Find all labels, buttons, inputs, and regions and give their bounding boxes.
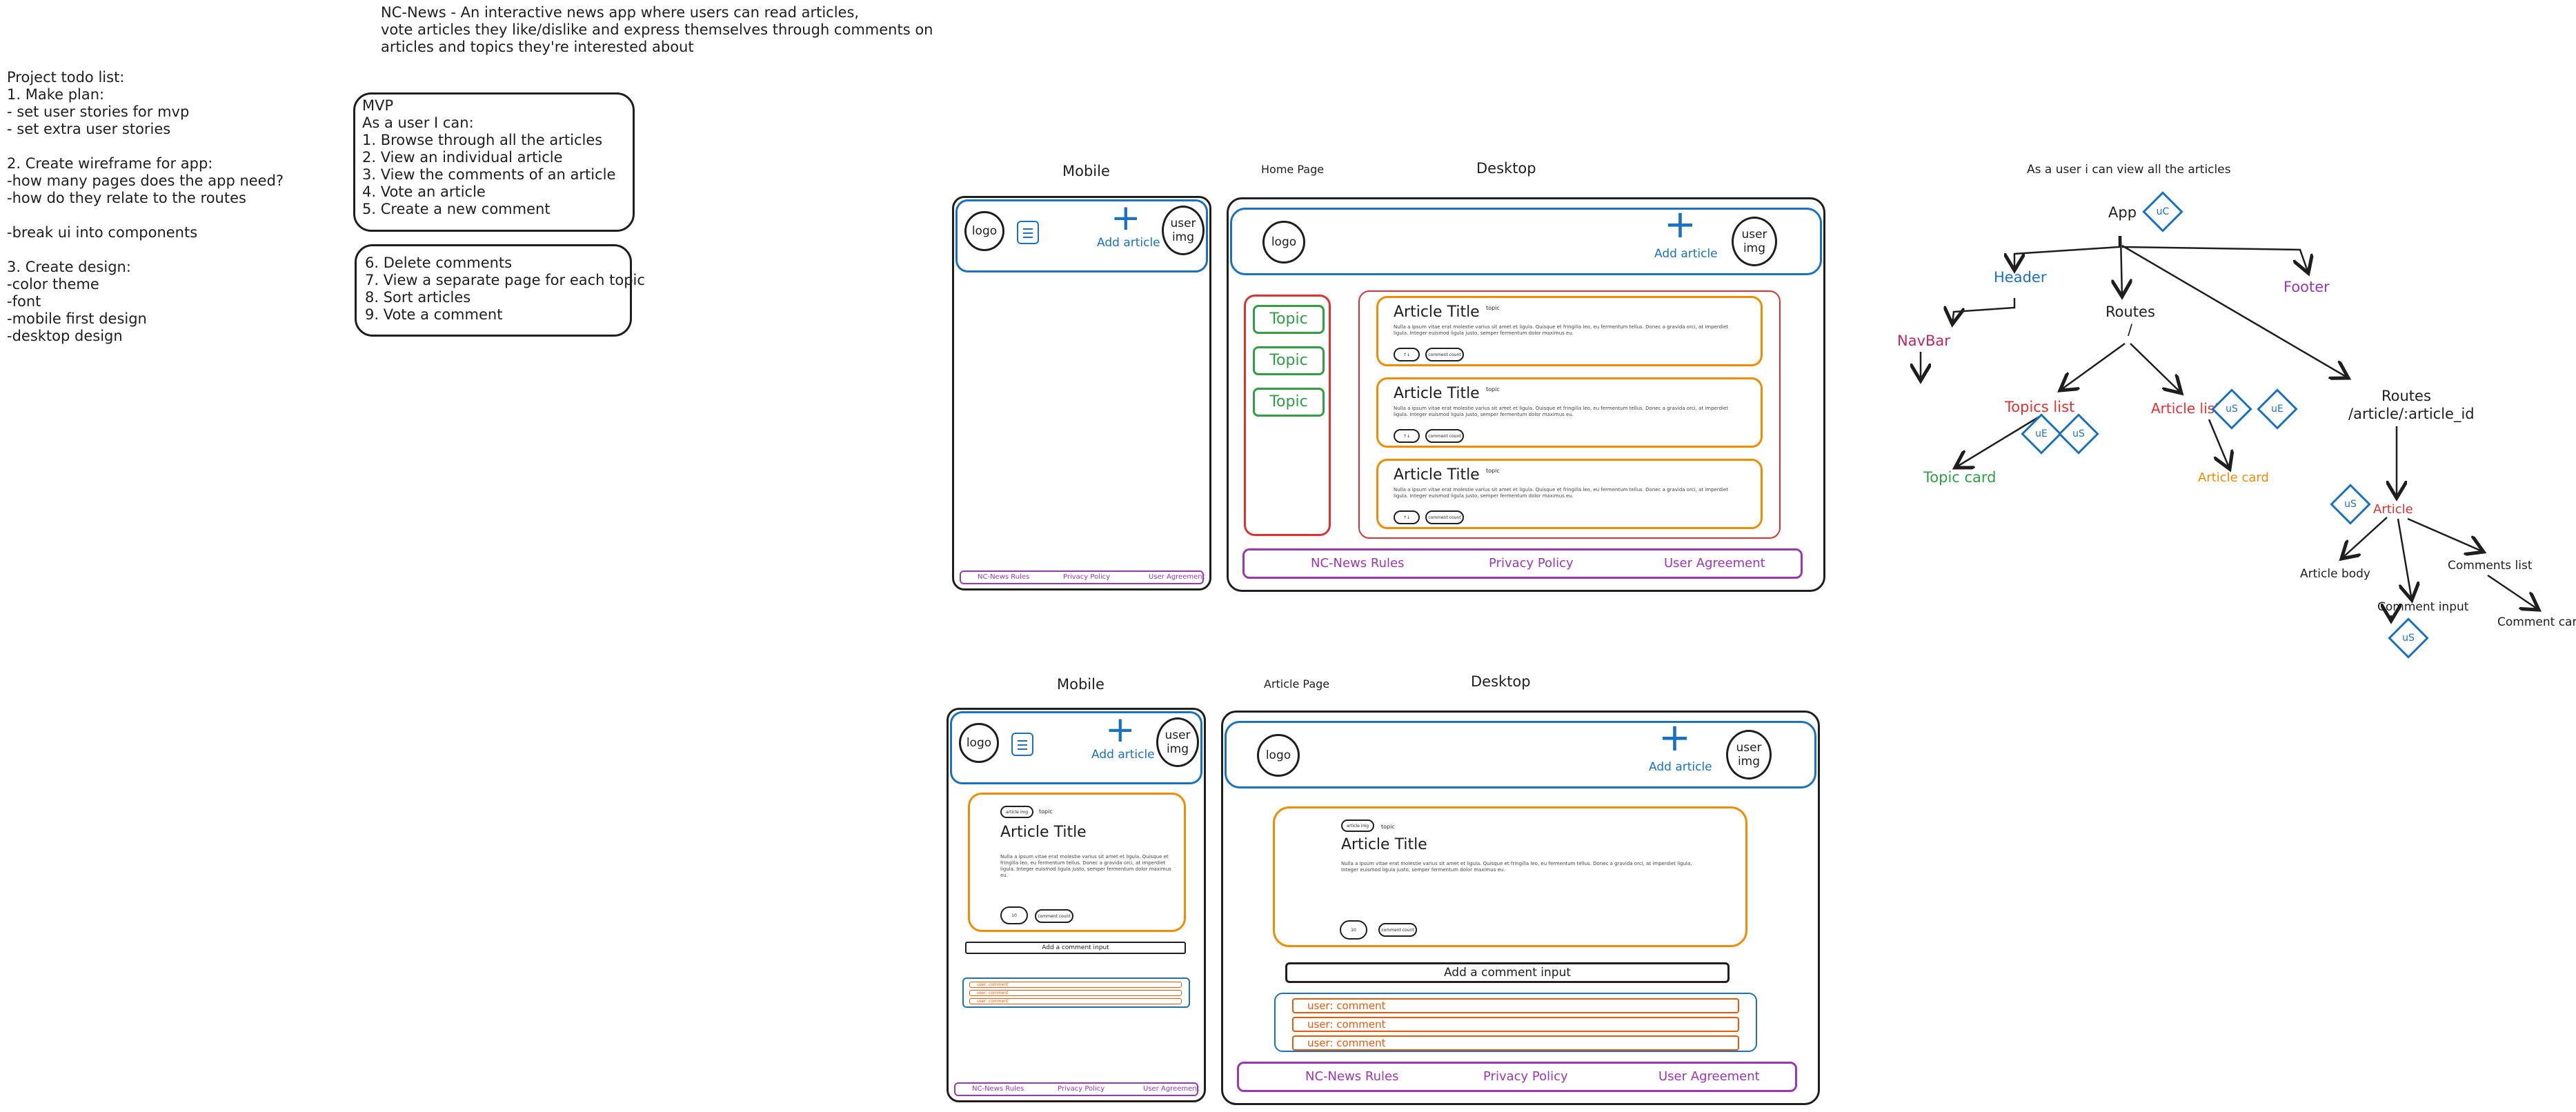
node-article-body: Article body [2300,567,2370,581]
node-footer: Footer [2283,279,2330,295]
edge-app-article-route [2121,244,2348,378]
edge-article-comments [2407,517,2484,552]
node-comment-card: Comment card [2497,615,2576,629]
edge-routes-articles [2130,343,2181,393]
edge-topics-card [1955,415,2040,468]
edge-articles-card [2208,419,2230,469]
tree-title: As a user i can view all the articles [2027,163,2231,177]
edge-comments-card [2487,574,2539,610]
edge-routes-topics [2060,342,2126,390]
edge-article-body [2341,517,2388,559]
edge-app-footer [2121,246,2308,273]
node-topic-card: Topic card [1923,469,1997,486]
edge-app-header [2014,236,2121,270]
node-comments-list: Comments list [2448,559,2533,573]
edge-header-navbar [1952,298,2016,324]
edge-app-routes [2121,235,2122,297]
node-app: App [2108,204,2137,221]
node-routes: Routes [2106,304,2155,320]
node-routes-article: Routes [2381,388,2431,404]
node-article-list: Article list [2151,400,2220,417]
node-header: Header [1994,269,2047,286]
node-topics-list: Topics list [2005,399,2075,415]
node-routes-root: / [2128,321,2133,338]
node-article: Article [2373,502,2413,517]
node-navbar: NavBar [1897,332,1950,349]
edge-article-input [2397,518,2412,600]
node-article-card: Article card [2198,470,2269,485]
node-comment-input: Comment input [2377,600,2469,614]
node-routes-article-path: /article/:article_id [2348,406,2475,422]
